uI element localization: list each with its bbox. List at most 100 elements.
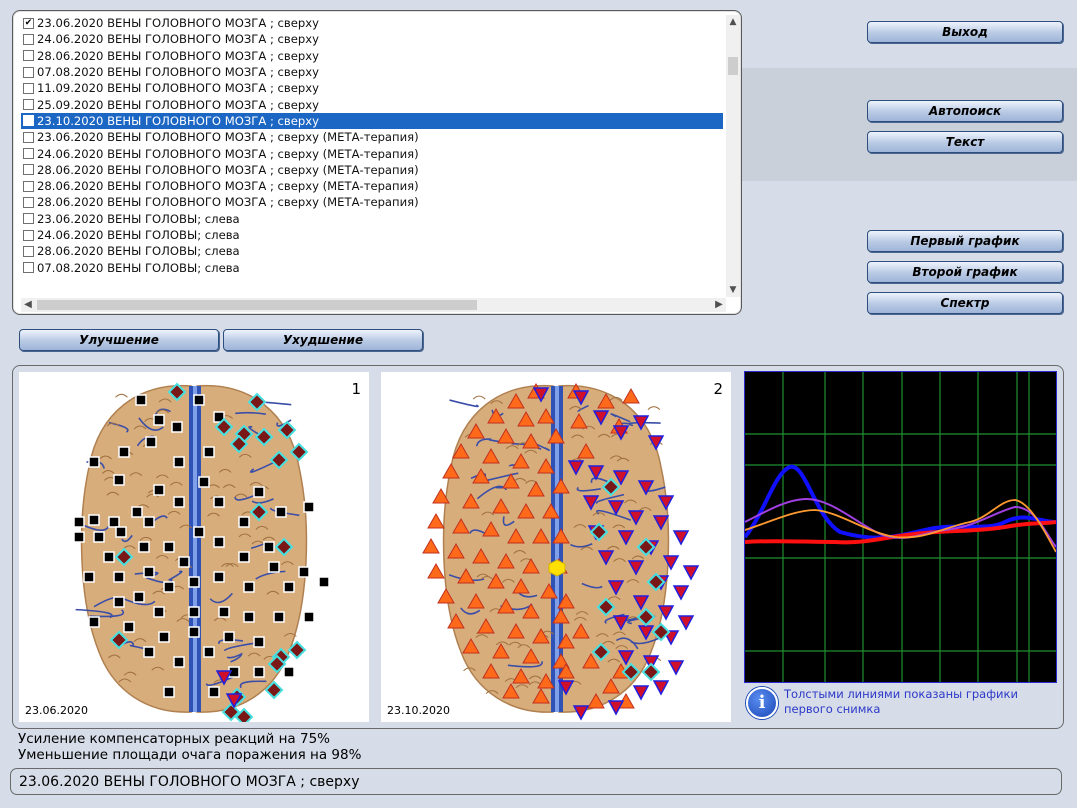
marker-square: [208, 686, 220, 698]
list-item[interactable]: ✔ 23.06.2020 ВЕНЫ ГОЛОВНОГО МОЗГА ; сверх…: [21, 15, 723, 31]
list-item[interactable]: 24.06.2020 ВЕНЫ ГОЛОВНОГО МОЗГА ; сверху: [21, 31, 723, 47]
marker-square: [171, 421, 183, 433]
second-graph-button[interactable]: Второй график: [867, 261, 1063, 283]
horizontal-scrollbar[interactable]: ◀ ▶: [21, 298, 726, 312]
marker-square: [188, 626, 200, 638]
graph-canvas: [743, 372, 1057, 682]
checkbox[interactable]: [23, 229, 34, 241]
marker-square: [153, 484, 165, 496]
marker-square: [283, 581, 295, 593]
marker-triangle-down: [667, 660, 685, 676]
list-item-label: 28.06.2020 ВЕНЫ ГОЛОВНОГО МОЗГА ; сверху…: [37, 195, 419, 210]
list-item[interactable]: 28.06.2020 ВЕНЫ ГОЛОВНОГО МОЗГА ; сверху…: [21, 194, 723, 210]
checkbox[interactable]: ✔: [23, 17, 34, 29]
scroll-right-icon[interactable]: ▶: [712, 298, 726, 312]
list-item-label: 07.08.2020 ВЕНЫ ГОЛОВНОГО МОЗГА ; сверху: [37, 65, 319, 80]
scroll-up-icon[interactable]: ▲: [726, 15, 740, 29]
checkbox[interactable]: [23, 262, 34, 274]
checkbox[interactable]: [23, 180, 34, 192]
list-item-label: 23.06.2020 ВЕНЫ ГОЛОВНОГО МОЗГА ; сверху: [37, 16, 319, 31]
marker-triangle-up: [427, 562, 445, 579]
marker-square: [143, 566, 155, 578]
text-button[interactable]: Текст: [867, 131, 1063, 153]
list-item[interactable]: 23.10.2020 ВЕНЫ ГОЛОВНОГО МОЗГА ; сверху: [21, 112, 723, 130]
marker-square: [135, 394, 147, 406]
marker-square: [131, 506, 143, 518]
result-compensation: Усиление компенсаторных реакций на 75%: [18, 731, 330, 747]
marker-square: [303, 501, 315, 513]
checkbox[interactable]: [23, 66, 34, 78]
scroll-down-icon[interactable]: ▼: [726, 283, 740, 297]
checkbox[interactable]: [23, 245, 34, 257]
marker-square: [153, 606, 165, 618]
result-lesion-area: Уменьшение площади очага поражения на 98…: [18, 747, 362, 763]
marker-square: [88, 514, 100, 526]
list-item[interactable]: 24.06.2020 ВЕНЫ ГОЛОВЫ; слева: [21, 227, 723, 243]
list-item[interactable]: 07.08.2020 ВЕНЫ ГОЛОВНОГО МОЗГА ; сверху: [21, 64, 723, 80]
marker-square: [188, 606, 200, 618]
scroll-thumb-horizontal[interactable]: [37, 300, 477, 310]
brain-image-second[interactable]: 2 23.10.2020: [381, 372, 731, 722]
marker-square: [213, 571, 225, 583]
brain-drawing: [73, 382, 330, 727]
scroll-thumb[interactable]: [728, 57, 738, 75]
marker-square: [303, 611, 315, 623]
marker-square: [268, 561, 280, 573]
autosearch-button[interactable]: Автопоиск: [867, 100, 1063, 122]
study-list[interactable]: ✔ 23.06.2020 ВЕНЫ ГОЛОВНОГО МОЗГА ; сверх…: [21, 15, 723, 297]
marker-square: [213, 536, 225, 548]
list-item[interactable]: 28.06.2020 ВЕНЫ ГОЛОВЫ; слева: [21, 243, 723, 259]
marker-square: [203, 646, 215, 658]
list-item[interactable]: 28.06.2020 ВЕНЫ ГОЛОВНОГО МОЗГА ; сверху…: [21, 162, 723, 178]
marker-square: [153, 414, 165, 426]
checkbox[interactable]: [23, 33, 34, 45]
list-item[interactable]: 25.09.2020 ВЕНЫ ГОЛОВНОГО МОЗГА ; сверху: [21, 96, 723, 112]
checkbox[interactable]: [23, 213, 34, 225]
marker-square: [218, 606, 230, 618]
marker-square: [108, 516, 120, 528]
checkbox[interactable]: [23, 164, 34, 176]
checkbox[interactable]: [23, 115, 34, 127]
list-item-label: 23.10.2020 ВЕНЫ ГОЛОВНОГО МОЗГА ; сверху: [37, 113, 319, 128]
marker-square: [103, 551, 115, 563]
vertical-scrollbar[interactable]: ▲ ▼: [726, 15, 740, 297]
list-item[interactable]: 23.06.2020 ВЕНЫ ГОЛОВНОГО МОЗГА ; сверху…: [21, 129, 723, 145]
list-item[interactable]: 28.06.2020 ВЕНЫ ГОЛОВНОГО МОЗГА ; сверху: [21, 48, 723, 64]
checkbox[interactable]: [23, 148, 34, 160]
list-item[interactable]: 24.06.2020 ВЕНЫ ГОЛОВНОГО МОЗГА ; сверху…: [21, 145, 723, 161]
list-item-label: 28.06.2020 ВЕНЫ ГОЛОВНОГО МОЗГА ; сверху: [37, 48, 319, 63]
improvement-button[interactable]: Улучшение: [19, 329, 219, 351]
marker-square: [253, 666, 265, 678]
checkbox[interactable]: [23, 82, 34, 94]
list-item[interactable]: 07.08.2020 ВЕНЫ ГОЛОВЫ; слева: [21, 259, 723, 275]
checkbox[interactable]: [23, 196, 34, 208]
list-item[interactable]: 28.06.2020 ВЕНЫ ГОЛОВНОГО МОЗГА ; сверху…: [21, 178, 723, 194]
list-item[interactable]: 11.09.2020 ВЕНЫ ГОЛОВНОГО МОЗГА ; сверху: [21, 80, 723, 96]
marker-square: [238, 551, 250, 563]
exit-button[interactable]: Выход: [867, 21, 1063, 43]
marker-diamond: [641, 662, 661, 682]
marker-square: [88, 616, 100, 628]
spectrum-button[interactable]: Спектр: [867, 292, 1063, 314]
list-item-label: 28.06.2020 ВЕНЫ ГОЛОВЫ; слева: [37, 244, 240, 259]
list-item[interactable]: 23.06.2020 ВЕНЫ ГОЛОВЫ; слева: [21, 211, 723, 227]
marker-square: [198, 476, 210, 488]
marker-square: [263, 541, 275, 553]
checkbox[interactable]: [23, 131, 34, 143]
marker-square: [163, 581, 175, 593]
first-graph-button[interactable]: Первый график: [867, 230, 1063, 252]
deterioration-button[interactable]: Ухудшение: [223, 329, 423, 351]
marker-square: [243, 611, 255, 623]
marker-hexagon: [548, 559, 566, 577]
marker-square: [113, 474, 125, 486]
list-item-label: 28.06.2020 ВЕНЫ ГОЛОВНОГО МОЗГА ; сверху…: [37, 162, 419, 177]
brain-scan-first: [73, 382, 330, 727]
checkbox[interactable]: [23, 99, 34, 111]
checkbox[interactable]: [23, 50, 34, 62]
scroll-left-icon[interactable]: ◀: [21, 298, 35, 312]
brain-image-first[interactable]: 1 23.06.2020: [19, 372, 369, 727]
first-graph-red: [744, 520, 1057, 545]
marker-square: [273, 611, 285, 623]
marker-square: [298, 566, 310, 578]
marker-square: [193, 394, 205, 406]
